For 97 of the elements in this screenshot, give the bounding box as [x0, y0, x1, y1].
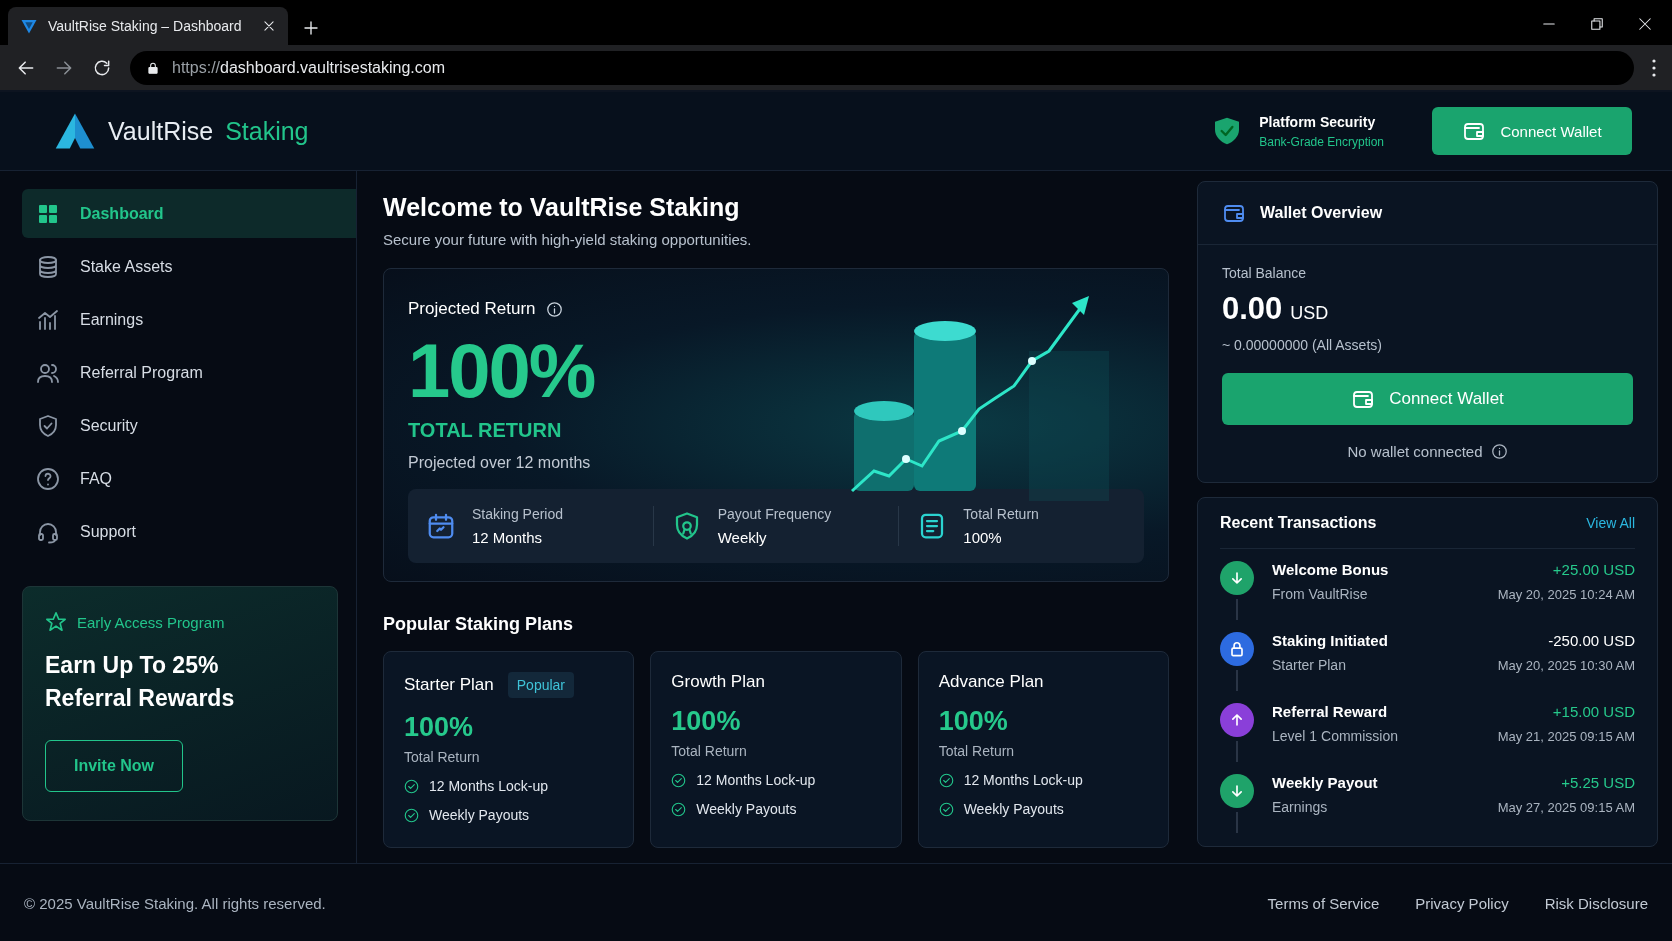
transaction-date: May 20, 2025 10:24 AM: [1497, 587, 1635, 602]
logo-icon: [20, 17, 38, 35]
transaction-amount: +5.25 USD: [1560, 774, 1635, 791]
page-title: Welcome to VaultRise Staking: [383, 193, 741, 222]
plan-name: Growth Plan: [671, 672, 765, 692]
transaction-amount: -250.00 USD: [1547, 632, 1635, 649]
transaction-title: Weekly Payout: [1272, 774, 1379, 791]
plan-name: Starter Plan: [404, 675, 494, 695]
balance-value: 0.00: [1222, 291, 1283, 327]
plan-return-label: Total Return: [671, 743, 748, 759]
return-note: Projected over 12 months: [408, 454, 592, 472]
plan-feature: Weekly Payouts: [963, 801, 1064, 817]
plan-return-label: Total Return: [938, 743, 1016, 759]
footer-link[interactable]: Terms of Service: [1267, 895, 1380, 912]
brand-accent: Staking: [225, 116, 309, 146]
plan-feature: 12 Months Lock-up: [696, 772, 816, 788]
transaction-amount: +15.00 USD: [1551, 703, 1635, 720]
plan-feature: Weekly Payouts: [429, 807, 530, 823]
sidebar-item[interactable]: Support: [22, 507, 356, 556]
info-icon: [545, 300, 563, 318]
stat-label: Payout Frequency: [717, 506, 832, 522]
shield-icon: [36, 413, 60, 438]
stat-value: 100%: [963, 529, 1003, 546]
stat-label: Staking Period: [472, 506, 564, 522]
plan-return: 100%: [938, 706, 1009, 737]
question-icon: [36, 466, 60, 491]
security-subtitle: Bank-Grade Encryption: [1259, 134, 1384, 149]
sidebar-item[interactable]: FAQ: [22, 454, 356, 503]
transaction-date: May 21, 2025 09:15 AM: [1497, 729, 1635, 744]
plan-return: 100%: [671, 706, 742, 737]
plan-card[interactable]: Advance Plan 100% Total Return 12 Months Lock-up Weekly Payouts: [917, 651, 1169, 848]
balance-label: Total Balance: [1222, 265, 1308, 281]
stat-value: 12 Months: [472, 529, 544, 546]
popular-badge: Popular: [507, 672, 575, 698]
balance-approx: ~ 0.00000000 (All Assets): [1222, 337, 1383, 353]
return-label: TOTAL RETURN: [408, 419, 563, 442]
check-circle-icon: [404, 807, 419, 823]
browser-tab[interactable]: VaultRise Staking – Dashboard: [8, 7, 288, 45]
transaction-date: May 27, 2025 09:15 AM: [1497, 800, 1635, 815]
plan-return-label: Total Return: [404, 749, 481, 765]
menu-icon[interactable]: [1652, 58, 1656, 77]
sidebar-item[interactable]: Referral Program: [22, 348, 356, 397]
promo-title: Earn Up To 25% Referral Rewards: [45, 651, 236, 714]
transaction-date: May 20, 2025 10:30 AM: [1497, 658, 1635, 673]
card-title: Recent Transactions: [1220, 514, 1377, 532]
transaction-subtitle: Starter Plan: [1272, 657, 1347, 673]
card-title: Wallet Overview: [1260, 204, 1383, 222]
sidebar-item[interactable]: Earnings: [22, 295, 356, 344]
return-value: 100%: [408, 333, 596, 409]
sidebar-item[interactable]: Security: [22, 401, 356, 450]
plan-card[interactable]: Starter Plan Popular 100% Total Return 12 Months Lock-up Weekly Payouts: [383, 651, 635, 848]
transaction-title: Staking Initiated: [1272, 632, 1389, 649]
plan-card[interactable]: Growth Plan 100% Total Return 12 Months Lock-up Weekly Payouts: [650, 651, 902, 848]
section-title: Popular Staking Plans: [383, 614, 575, 635]
wallet-status: No wallet connected: [1347, 443, 1483, 460]
sidebar-item[interactable]: Dashboard: [22, 189, 356, 238]
star-icon: [45, 611, 67, 633]
promo-label: Early Access Program: [77, 613, 225, 631]
balance-currency: USD: [1290, 303, 1329, 324]
stat-label: Total Return: [963, 506, 1039, 522]
check-circle-icon: [671, 801, 687, 817]
plan-return: 100%: [404, 712, 475, 743]
footer-link[interactable]: Privacy Policy: [1415, 895, 1509, 912]
invite-button[interactable]: Invite Now: [45, 739, 183, 792]
hero-label: Projected Return: [408, 299, 536, 319]
page-subtitle: Secure your future with high-yield staking opportunities.: [383, 231, 753, 248]
check-circle-icon: [671, 772, 687, 788]
sidebar-item[interactable]: Stake Assets: [22, 242, 356, 291]
copyright: © 2025 VaultRise Staking. All rights reserved.: [24, 895, 326, 912]
close-icon: [1638, 17, 1652, 31]
check-circle-icon: [938, 772, 954, 788]
lock-icon: [146, 60, 160, 75]
check-circle-icon: [404, 778, 419, 794]
calendar-icon: [426, 511, 456, 541]
transaction-title: Welcome Bonus: [1272, 561, 1390, 578]
view-all-link[interactable]: View All: [1586, 515, 1635, 531]
plan-feature: 12 Months Lock-up: [963, 772, 1083, 788]
transaction-subtitle: Level 1 Commission: [1272, 728, 1400, 744]
info-icon: [1490, 443, 1508, 460]
restore-icon: [1590, 17, 1604, 31]
chart-icon: [36, 307, 60, 332]
plus-icon: [302, 19, 320, 37]
footer-link[interactable]: Risk Disclosure: [1544, 895, 1648, 912]
transaction-subtitle: From VaultRise: [1272, 586, 1369, 602]
close-icon: [262, 19, 276, 33]
transaction-amount: +25.00 USD: [1551, 561, 1635, 578]
coins-icon: [36, 254, 60, 279]
plan-name: Advance Plan: [938, 672, 1044, 692]
plan-feature: 12 Months Lock-up: [429, 778, 549, 794]
check-circle-icon: [938, 801, 954, 817]
plan-feature: Weekly Payouts: [696, 801, 797, 817]
address-bar[interactable]: https://dashboard.vaultrisestaking.com: [130, 50, 1634, 85]
transaction-subtitle: Earnings: [1272, 799, 1329, 815]
transaction-title: Referral Reward: [1272, 703, 1389, 720]
stat-value: Weekly: [717, 529, 768, 546]
brand-name: VaultRise: [108, 116, 214, 146]
security-title: Platform Security: [1259, 113, 1377, 130]
